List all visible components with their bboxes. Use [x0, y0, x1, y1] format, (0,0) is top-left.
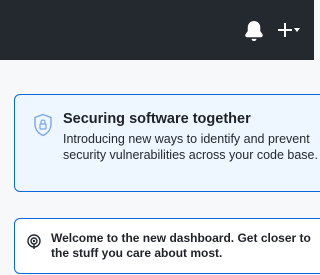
shield-lock-icon [34, 113, 52, 137]
security-announcement-card: Securing software together Introducing n… [14, 94, 320, 192]
card-description: Introducing new ways to identify and pre… [63, 132, 318, 162]
caret-down-icon [294, 28, 300, 32]
top-header [0, 0, 314, 60]
welcome-card: Welcome to the new dashboard. Get closer… [14, 218, 320, 274]
card-title: Securing software together [63, 111, 251, 127]
welcome-message: Welcome to the new dashboard. Get closer… [51, 231, 311, 260]
bell-icon[interactable] [244, 21, 264, 41]
broadcast-icon [27, 234, 41, 249]
new-item-dropdown[interactable] [276, 20, 302, 40]
plus-icon [278, 23, 292, 37]
